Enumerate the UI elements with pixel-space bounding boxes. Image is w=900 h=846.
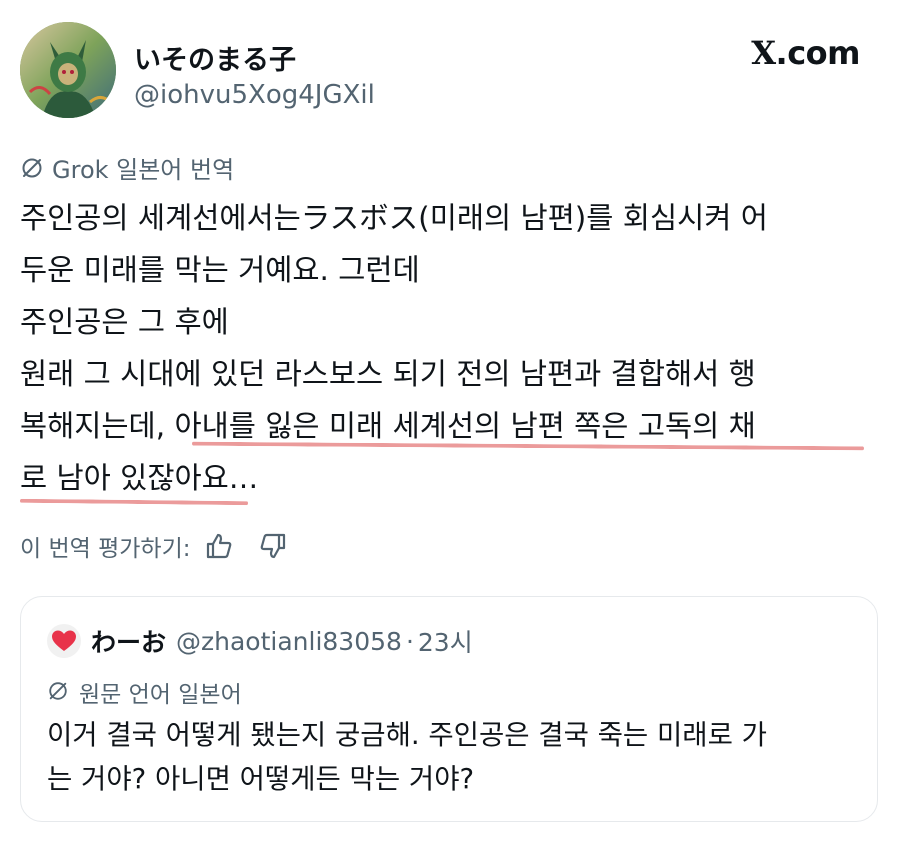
quote-lang-text: 원문 언어 일본어 [79, 682, 242, 708]
tweet-header: いそのまる子 @iohvu5Xog4JGXil X.com [0, 0, 900, 140]
quote-language-label: 원문 언어 일본어 [47, 675, 242, 709]
translation-label-text: Grok 일본어 번역 [52, 156, 235, 184]
heart-icon [52, 630, 76, 651]
tweet-body: 주인공의 세계선에서는ラスボス(미래의 남편)를 회심시켜 어 두운 미래를 막… [19, 192, 880, 506]
quote-header: わーお @zhaotianli83058 · 23시 [47, 623, 473, 659]
quote-body: 이거 결국 어떻게 됐는지 궁금해. 주인공은 결국 죽는 미래로 가 는 거야… [47, 713, 847, 801]
thumbs-down-icon[interactable] [255, 528, 291, 564]
body-line: 주인공의 세계선에서는ラスボス(미래의 남편)를 회심시켜 어 [20, 201, 768, 235]
quote-separator: · [405, 626, 414, 656]
thumbs-up-icon[interactable] [201, 528, 237, 564]
quoted-tweet[interactable]: わーお @zhaotianli83058 · 23시 원문 언어 일본어 이거 … [20, 596, 878, 822]
grok-icon [47, 680, 71, 704]
source-logo: X.com [751, 34, 860, 72]
source-domain: .com [775, 34, 861, 72]
grok-icon [20, 156, 44, 180]
quote-line: 이거 결국 어떻게 됐는지 궁금해. 주인공은 결국 죽는 미래로 가 [47, 719, 767, 751]
body-line: 두운 미래를 막는 거예요. 그런데 [20, 253, 420, 287]
quote-display-name[interactable]: わーお [91, 623, 166, 659]
translation-rating: 이 번역 평가하기: [20, 528, 291, 564]
quote-line: 는 거야? 아니면 어떻게든 막는 거야? [47, 763, 475, 795]
author-handle[interactable]: @iohvu5Xog4JGXil [134, 80, 375, 110]
x-logo-icon: X [751, 34, 776, 72]
rating-label: 이 번역 평가하기: [20, 536, 191, 562]
author-display-name[interactable]: いそのまる子 [134, 38, 296, 77]
quote-avatar[interactable] [47, 624, 81, 658]
author-avatar[interactable] [20, 22, 116, 118]
body-line: 원래 그 시대에 있던 라스보스 되기 전의 남편과 결합해서 행 [20, 357, 756, 391]
translation-label: Grok 일본어 번역 [20, 150, 234, 185]
quote-handle[interactable]: @zhaotianli83058 [176, 627, 402, 656]
body-line: 주인공은 그 후에 [20, 305, 229, 339]
body-line: 로 남아 있잖아요… [20, 461, 259, 495]
quote-time[interactable]: 23시 [418, 623, 473, 659]
